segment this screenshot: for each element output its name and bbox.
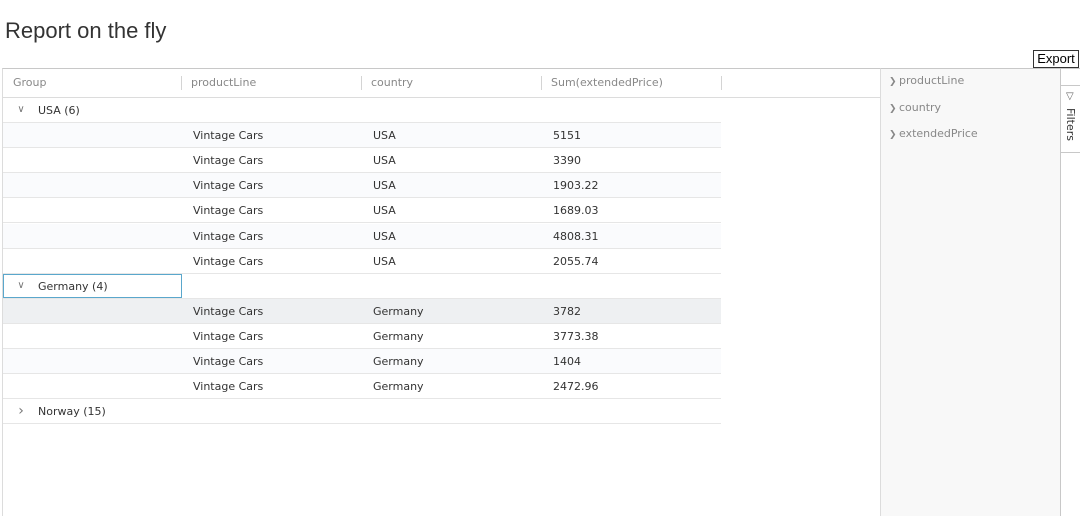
cell-country: USA: [373, 179, 396, 193]
table-row[interactable]: Vintage Cars Germany 2472.96: [3, 374, 721, 400]
column-header-country[interactable]: country: [361, 69, 541, 97]
page-title: Report on the fly: [5, 18, 167, 43]
cell-sum-extendedprice: 1689.03: [553, 204, 599, 218]
cell-sum-extendedprice: 2055.74: [553, 254, 599, 268]
side-item-productline[interactable]: ❯ productLine: [889, 72, 964, 90]
table-row[interactable]: Vintage Cars USA 1689.03: [3, 198, 721, 224]
chevron-right-icon: ❯: [889, 104, 897, 114]
columns-side-panel: ❯ productLine ❯ country ❯ extendedPrice: [880, 68, 1060, 516]
filters-tab[interactable]: ▽ Filters: [1061, 85, 1080, 153]
group-label: Norway (15): [38, 405, 106, 419]
cell-sum-extendedprice: 1404: [553, 355, 581, 368]
cell-productline: Vintage Cars: [193, 204, 264, 218]
cell-productline: Vintage Cars: [193, 380, 264, 394]
cell-country: USA: [373, 254, 396, 268]
grid-header: Group productLine country Sum(extendedPr…: [3, 69, 881, 98]
chevron-right-icon: ❯: [889, 130, 897, 140]
table-row[interactable]: Vintage Cars USA 4808.31: [3, 223, 721, 249]
cell-productline: Vintage Cars: [193, 229, 264, 243]
cell-sum-extendedprice: 3390: [553, 154, 581, 168]
cell-country: Germany: [373, 355, 424, 368]
cell-sum-extendedprice: 3773.38: [553, 329, 599, 343]
side-item-label: productLine: [899, 74, 965, 87]
table-row[interactable]: Vintage Cars Germany 3782: [3, 298, 721, 324]
filters-tab-label: Filters: [1064, 108, 1077, 141]
cell-productline: Vintage Cars: [193, 179, 264, 193]
column-header-productline[interactable]: productLine: [181, 69, 361, 97]
cell-sum-extendedprice: 4808.31: [553, 229, 599, 243]
cell-sum-extendedprice: 3782: [553, 304, 581, 318]
cell-productline: Vintage Cars: [193, 254, 264, 268]
cell-country: Germany: [373, 329, 424, 343]
column-header-group[interactable]: Group: [3, 69, 181, 97]
side-item-label: country: [899, 101, 942, 114]
table-row[interactable]: Vintage Cars USA 5151: [3, 123, 721, 149]
table-row[interactable]: Vintage Cars Germany 3773.38: [3, 324, 721, 349]
side-item-label: extendedPrice: [899, 127, 978, 140]
table-row[interactable]: Vintage Cars USA 2055.74: [3, 249, 721, 274]
cell-sum-extendedprice: 2472.96: [553, 380, 599, 394]
cell-productline: Vintage Cars: [193, 355, 264, 368]
focused-cell-outline: [3, 273, 182, 298]
table-row[interactable]: Vintage Cars Germany 1404: [3, 349, 721, 374]
funnel-icon: ▽: [1066, 91, 1074, 102]
cell-country: USA: [373, 129, 396, 143]
group-row[interactable]: ∨ Germany (4): [3, 273, 721, 299]
cell-productline: Vintage Cars: [193, 329, 264, 343]
chevron-right-icon[interactable]: ›: [15, 399, 27, 423]
table-row[interactable]: Vintage Cars USA 1903.22: [3, 173, 721, 199]
chevron-down-icon[interactable]: ∨: [15, 98, 27, 122]
export-button[interactable]: Export: [1033, 50, 1079, 68]
cell-productline: Vintage Cars: [193, 154, 264, 168]
cell-country: USA: [373, 154, 396, 168]
cell-productline: Vintage Cars: [193, 304, 264, 318]
cell-country: Germany: [373, 380, 424, 394]
column-header-sum-extendedprice[interactable]: Sum(extendedPrice): [541, 69, 721, 97]
group-label: USA (6): [38, 104, 80, 117]
column-resizer[interactable]: [721, 76, 722, 90]
cell-sum-extendedprice: 1903.22: [553, 179, 599, 193]
report-grid: Group productLine country Sum(extendedPr…: [2, 68, 881, 516]
cell-country: USA: [373, 229, 396, 243]
table-row[interactable]: Vintage Cars USA 3390: [3, 148, 721, 174]
cell-productline: Vintage Cars: [193, 129, 264, 143]
cell-country: Germany: [373, 304, 424, 318]
cell-country: USA: [373, 204, 396, 218]
chevron-right-icon: ❯: [889, 77, 897, 87]
side-item-extendedprice[interactable]: ❯ extendedPrice: [889, 125, 978, 143]
side-item-country[interactable]: ❯ country: [889, 99, 941, 117]
side-tab-strip: ▽ Filters: [1060, 68, 1080, 516]
cell-sum-extendedprice: 5151: [553, 129, 581, 143]
group-row[interactable]: › Norway (15): [3, 399, 721, 425]
group-row[interactable]: ∨ USA (6): [3, 98, 721, 123]
